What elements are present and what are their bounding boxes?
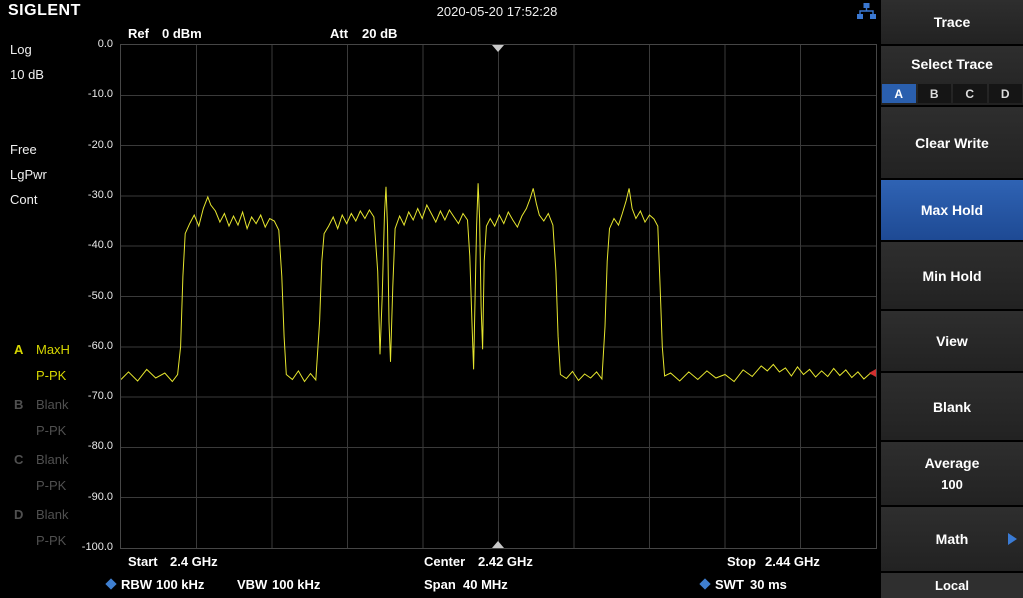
power-mode-label: LgPwr: [10, 167, 47, 182]
center-value: 2.42 GHz: [478, 554, 533, 569]
scale-per-div-label: 10 dB: [10, 67, 44, 82]
y-axis-tick: -100.0: [61, 541, 113, 553]
rbw-label: RBW: [121, 577, 152, 592]
span-value: 40 MHz: [463, 577, 508, 592]
start-label: Start: [128, 554, 158, 569]
y-axis-tick: -50.0: [61, 290, 113, 302]
trace-d-status: DBlank: [14, 507, 69, 522]
ref-label: Ref: [128, 26, 149, 41]
menu-title: Trace: [881, 0, 1023, 44]
stop-label: Stop: [727, 554, 756, 569]
spectrum-plot[interactable]: 0.0-10.0-20.0-30.0-40.0-50.0-60.0-70.0-8…: [120, 44, 877, 549]
trace-b-detector: P-PK: [36, 423, 66, 438]
min-hold-button[interactable]: Min Hold: [881, 242, 1023, 309]
siglent-logo: SIGLENT: [8, 2, 81, 20]
average-button[interactable]: Average 100: [881, 442, 1023, 505]
y-axis-tick: -70.0: [61, 390, 113, 402]
center-label: Center: [424, 554, 465, 569]
clear-write-button[interactable]: Clear Write: [881, 107, 1023, 178]
lan-network-icon: [857, 3, 876, 20]
trace-option-b[interactable]: B: [918, 84, 952, 103]
average-count: 100: [941, 477, 963, 492]
swt-diamond-icon: [699, 578, 710, 589]
trace-c-mode: Blank: [36, 452, 69, 467]
local-button[interactable]: Local: [881, 573, 1023, 598]
y-axis-tick: -10.0: [61, 88, 113, 100]
y-axis-tick: -60.0: [61, 340, 113, 352]
y-axis-tick: -30.0: [61, 189, 113, 201]
ref-value: 0 dBm: [162, 26, 202, 41]
rbw-diamond-icon: [105, 578, 116, 589]
vbw-label: VBW: [237, 577, 267, 592]
trace-d-mode: Blank: [36, 507, 69, 522]
submenu-arrow-icon: [1008, 533, 1017, 545]
trace-c-status: CBlank: [14, 452, 69, 467]
span-label: Span: [424, 577, 456, 592]
att-value: 20 dB: [362, 26, 397, 41]
trace-selector-row: A B C D: [882, 84, 1022, 103]
att-label: Att: [330, 26, 348, 41]
average-label: Average: [925, 455, 980, 471]
center-freq-marker-bottom: [492, 541, 504, 548]
swt-label: SWT: [715, 577, 744, 592]
math-button[interactable]: Math: [881, 507, 1023, 571]
y-axis-tick: 0.0: [61, 38, 113, 50]
trace-c-letter: C: [14, 452, 36, 467]
max-hold-button[interactable]: Max Hold: [881, 180, 1023, 240]
vbw-value: 100 kHz: [272, 577, 320, 592]
datetime-display: 2020-05-20 17:52:28: [377, 4, 617, 19]
y-axis-labels: 0.0-10.0-20.0-30.0-40.0-50.0-60.0-70.0-8…: [65, 45, 117, 548]
rbw-value: 100 kHz: [156, 577, 204, 592]
y-axis-tick: -90.0: [61, 491, 113, 503]
trace-end-marker: [869, 369, 876, 377]
select-trace-label: Select Trace: [911, 46, 993, 82]
select-trace-button[interactable]: Select Trace A B C D: [881, 46, 1023, 105]
y-axis-tick: -40.0: [61, 239, 113, 251]
trace-d-letter: D: [14, 507, 36, 522]
amplitude-scale-label: Log: [10, 42, 32, 57]
math-label: Math: [936, 531, 969, 547]
softkey-menu: Trace Select Trace A B C D Clear Write M…: [881, 0, 1023, 598]
trace-a-detector: P-PK: [36, 368, 66, 383]
trigger-mode-label: Free: [10, 142, 37, 157]
y-axis-tick: -80.0: [61, 440, 113, 452]
graticule-grid: [121, 45, 876, 548]
trace-b-letter: B: [14, 397, 36, 412]
swt-value: 30 ms: [750, 577, 787, 592]
trace-a-letter: A: [14, 342, 36, 357]
sweep-mode-label: Cont: [10, 192, 37, 207]
view-button[interactable]: View: [881, 311, 1023, 371]
blank-button[interactable]: Blank: [881, 373, 1023, 440]
trace-option-a[interactable]: A: [882, 84, 916, 103]
center-freq-marker-top: [492, 45, 504, 52]
start-value: 2.4 GHz: [170, 554, 218, 569]
spectrum-analyzer-screen: SIGLENT 2020-05-20 17:52:28 Log 10 dB Fr…: [0, 0, 1023, 598]
y-axis-tick: -20.0: [61, 139, 113, 151]
trace-option-d[interactable]: D: [989, 84, 1023, 103]
stop-value: 2.44 GHz: [765, 554, 820, 569]
trace-option-c[interactable]: C: [953, 84, 987, 103]
